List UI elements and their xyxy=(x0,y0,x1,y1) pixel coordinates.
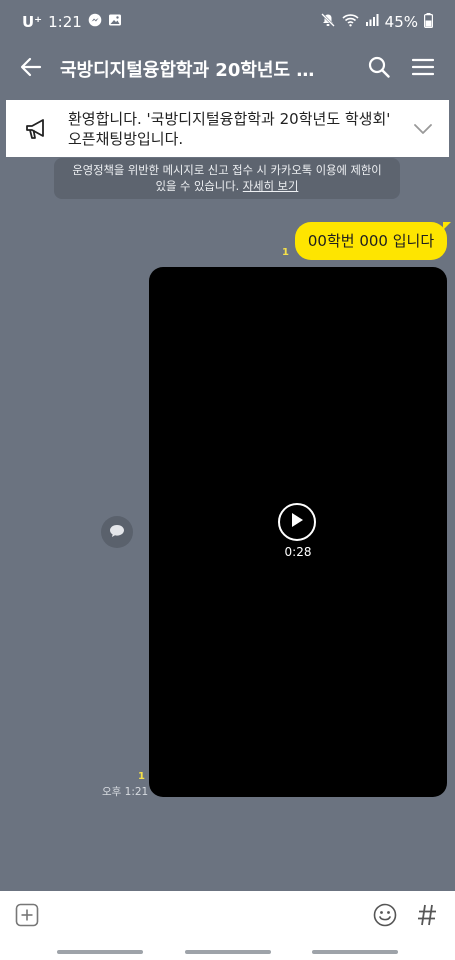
video-duration: 0:28 xyxy=(284,545,312,559)
mute-icon xyxy=(320,12,336,32)
battery-icon xyxy=(424,12,434,32)
notice-line-1: 환영합니다. '국방디지털융합학과 20학년도 학생회' xyxy=(68,109,391,128)
share-button[interactable] xyxy=(101,516,133,548)
unread-count: 1 xyxy=(282,247,289,258)
menu-button[interactable] xyxy=(407,53,439,85)
policy-notice: 운영정책을 위반한 메시지로 신고 접수 시 카카오톡 이용에 제한이 있을 수… xyxy=(54,158,400,199)
wifi-icon xyxy=(342,13,359,31)
plus-square-icon xyxy=(15,903,39,931)
policy-line-2-row: 있을 수 있습니다. 자세히 보기 xyxy=(54,179,400,195)
system-navigation-bar xyxy=(0,943,455,960)
play-button[interactable] xyxy=(278,503,316,541)
my-message-bubble[interactable]: 00학번 000 입니다 xyxy=(295,222,451,260)
battery-level: 45% xyxy=(384,13,418,31)
messenger-icon xyxy=(88,13,102,31)
back-arrow-icon xyxy=(20,57,42,81)
policy-line-1: 운영정책을 위반한 메시지로 신고 접수 시 카카오톡 이용에 제한이 xyxy=(72,164,382,177)
video-message[interactable]: 0:28 xyxy=(149,267,447,797)
recent-apps-button[interactable] xyxy=(57,949,143,954)
notice-text: 환영합니다. '국방디지털융합학과 20학년도 학생회' 오픈채팅방입니다. xyxy=(68,109,408,149)
smiley-icon xyxy=(373,903,397,931)
status-bar: U⁺ 1:21 45% xyxy=(0,0,455,44)
home-button[interactable] xyxy=(184,949,271,954)
message-timestamp: 오후 1:21 xyxy=(102,786,149,798)
megaphone-icon xyxy=(22,114,52,144)
search-icon xyxy=(368,56,390,82)
signal-icon xyxy=(365,13,379,31)
notice-line-2: 오픈채팅방입니다. xyxy=(68,129,184,148)
gallery-icon xyxy=(108,13,122,31)
hashtag-search-button[interactable] xyxy=(415,903,439,931)
chat-header: 국방디지털융합학과 20학년도 학... xyxy=(0,44,455,94)
back-nav-button[interactable] xyxy=(312,949,398,954)
hamburger-menu-icon xyxy=(411,58,435,80)
emoticon-button[interactable] xyxy=(371,903,399,931)
play-icon xyxy=(290,512,304,532)
video-unread-count: 1 xyxy=(138,771,145,782)
policy-line-2: 있을 수 있습니다. xyxy=(155,180,240,193)
attach-button[interactable] xyxy=(14,903,40,931)
chevron-down-icon[interactable] xyxy=(413,119,433,139)
back-button[interactable] xyxy=(16,54,46,84)
chat-room-title: 국방디지털융합학과 20학년도 학... xyxy=(60,60,330,81)
hashtag-icon xyxy=(417,904,437,930)
my-message-row: 1 00학번 000 입니다 xyxy=(282,222,451,260)
policy-details-link[interactable]: 자세히 보기 xyxy=(243,180,299,193)
speech-bubble-icon xyxy=(109,523,125,542)
carrier-label: U⁺ xyxy=(22,13,43,31)
status-time: 1:21 xyxy=(48,13,82,31)
search-button[interactable] xyxy=(363,53,395,85)
notice-banner[interactable]: 환영합니다. '국방디지털융합학과 20학년도 학생회' 오픈채팅방입니다. xyxy=(6,100,449,157)
message-input-bar xyxy=(0,891,455,943)
